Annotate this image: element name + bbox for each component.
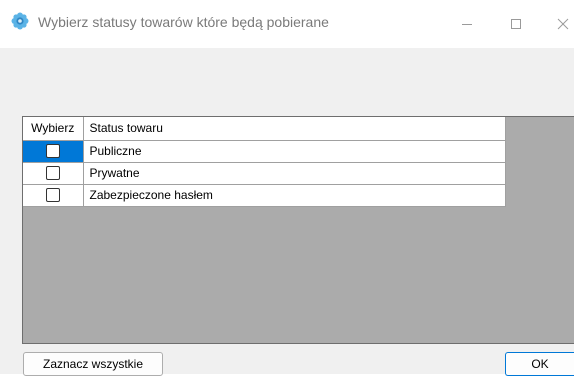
row-checkbox[interactable] <box>45 188 60 203</box>
close-button[interactable] <box>543 0 574 48</box>
minimize-button[interactable] <box>444 0 490 48</box>
table-row[interactable]: Publiczne <box>23 140 506 163</box>
table-row[interactable]: Prywatne <box>23 162 506 185</box>
select-all-button[interactable]: Zaznacz wszystkie <box>23 352 163 376</box>
select-cell[interactable] <box>23 162 84 185</box>
status-cell[interactable]: Publiczne <box>83 140 506 163</box>
status-table: Wybierz Status towaru Publiczne Prywatne <box>23 117 506 207</box>
select-cell[interactable] <box>23 184 84 207</box>
table-row[interactable]: Zabezpieczone hasłem <box>23 184 506 207</box>
table-header-row: Wybierz Status towaru <box>23 117 506 141</box>
maximize-icon <box>511 19 521 29</box>
maximize-button[interactable] <box>493 0 539 48</box>
gear-flower-icon <box>11 12 29 30</box>
column-header-status[interactable]: Status towaru <box>83 117 506 141</box>
status-cell[interactable]: Prywatne <box>83 162 506 185</box>
select-cell[interactable] <box>23 140 84 163</box>
row-checkbox[interactable] <box>45 144 60 159</box>
minimize-icon <box>462 24 472 25</box>
column-header-select[interactable]: Wybierz <box>23 117 84 141</box>
ok-button[interactable]: OK <box>505 352 574 376</box>
title-bar[interactable]: Wybierz statusy towarów które będą pobie… <box>0 0 574 48</box>
status-cell[interactable]: Zabezpieczone hasłem <box>83 184 506 207</box>
dialog-window: Wybierz statusy towarów które będą pobie… <box>0 0 574 376</box>
status-grid[interactable]: Wybierz Status towaru Publiczne Prywatne <box>22 116 574 344</box>
close-icon <box>557 18 569 30</box>
header-panel <box>0 48 574 114</box>
window-title: Wybierz statusy towarów które będą pobie… <box>38 14 329 30</box>
row-checkbox[interactable] <box>45 166 60 181</box>
